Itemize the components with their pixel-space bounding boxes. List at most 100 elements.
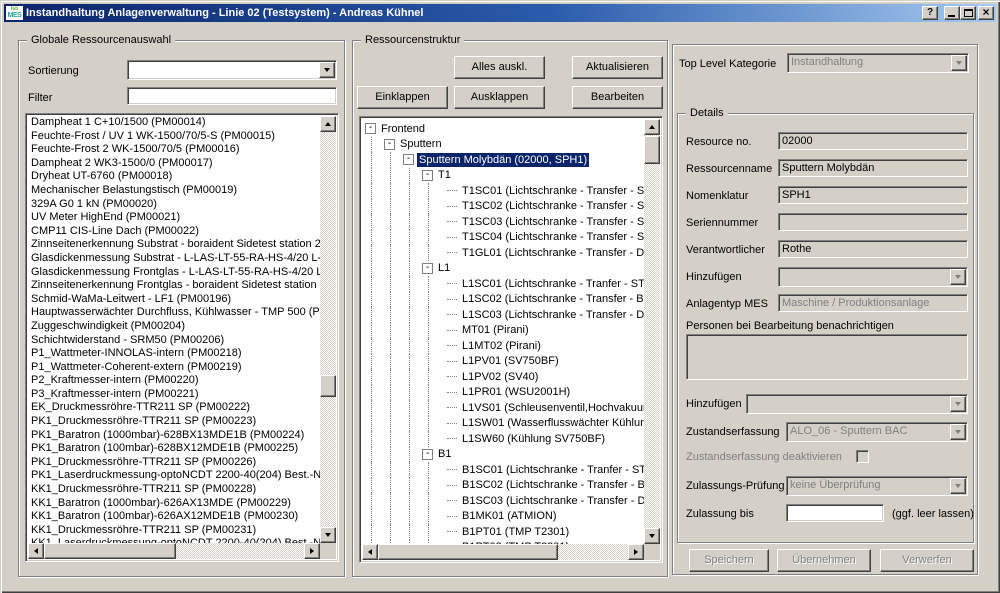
list-item[interactable]: PK1_Baratron (1000mbar)-628BX13MDE1B (PM…: [28, 429, 320, 443]
speichern-button[interactable]: Speichern: [689, 549, 769, 572]
tree-node-label[interactable]: L1PV01 (SV750BF): [460, 354, 561, 368]
maximize-button[interactable]: [960, 6, 976, 20]
einklappen-button[interactable]: Einklappen: [357, 86, 448, 109]
tree-node[interactable]: T1GL01 (Lichtschranke - Transfer - Det: [362, 245, 644, 261]
tree-node-label[interactable]: B1: [436, 447, 453, 461]
list-item[interactable]: EK_Druckmessröhre-TTR211 SP (PM00222): [28, 401, 320, 415]
tree-node-label[interactable]: T1SC02 (Lichtschranke - Transfer - Sub: [460, 199, 644, 213]
tree-node-label[interactable]: L1SC02 (Lichtschranke - Transfer - Bren: [460, 292, 644, 306]
list-item[interactable]: Glasdickenmessung Substrat - L-LAS-LT-55…: [28, 252, 320, 266]
list-item[interactable]: P1_Wattmeter-Coherent-extern (PM00219): [28, 361, 320, 375]
list-item[interactable]: KK1_Baratron (1000mbar)-626AX13MDE (PM00…: [28, 497, 320, 511]
tree-node-label[interactable]: L1SW01 (Wasserflusswächter Kühlung: [460, 416, 644, 430]
collapse-expander-icon[interactable]: -: [403, 154, 414, 165]
tree-node-label[interactable]: MT01 (Pirani): [460, 323, 531, 337]
zulassung-bis-input[interactable]: [786, 504, 884, 522]
zustand-deaktivieren-checkbox[interactable]: [856, 450, 869, 463]
list-item[interactable]: PK1_Druckmessröhre-TTR211 SP (PM00226): [28, 456, 320, 470]
tree-node[interactable]: L1PV02 (SV40): [362, 369, 644, 385]
tree-node[interactable]: B1MK01 (ATMION): [362, 509, 644, 525]
vscroll-thumb[interactable]: [644, 136, 660, 164]
tree-node-label[interactable]: Frontend: [379, 122, 427, 136]
scroll-left-icon[interactable]: [28, 543, 44, 559]
tree-node-label[interactable]: T1GL01 (Lichtschranke - Transfer - Det: [460, 246, 644, 260]
tree-node-label[interactable]: B1SC02 (Lichtschranke - Transfer - Bren: [460, 478, 644, 492]
tree-node-label[interactable]: T1SC04 (Lichtschranke - Transfer - Sub: [460, 230, 644, 244]
tree-node[interactable]: B1SC02 (Lichtschranke - Transfer - Bren: [362, 478, 644, 494]
tree-node[interactable]: L1SW01 (Wasserflusswächter Kühlung: [362, 416, 644, 432]
tree-node-label[interactable]: T1SC03 (Lichtschranke - Transfer - Sub: [460, 215, 644, 229]
tree-node[interactable]: L1SC01 (Lichtschranke - Tranfer - STOP: [362, 276, 644, 292]
collapse-expander-icon[interactable]: -: [365, 123, 376, 134]
chevron-down-icon[interactable]: [319, 62, 335, 78]
bearbeiten-button[interactable]: Bearbeiten: [572, 86, 663, 109]
tree-node[interactable]: L1SW60 (Kühlung SV750BF): [362, 431, 644, 447]
list-item[interactable]: Zinnseitenerkennung Substrat - boraident…: [28, 238, 320, 252]
aktualisieren-button[interactable]: Aktualisieren: [572, 56, 663, 79]
tree-node-label[interactable]: L1SC03 (Lichtschranke - Transfer - Dete: [460, 308, 644, 322]
tree-node[interactable]: MT01 (Pirani): [362, 323, 644, 339]
hinzufuegen2-select[interactable]: [746, 394, 968, 414]
tree-node[interactable]: L1SC03 (Lichtschranke - Transfer - Dete: [362, 307, 644, 323]
list-item[interactable]: 329A G0 1 kN (PM00020): [28, 198, 320, 212]
list-item[interactable]: Zinnseitenerkennung Frontglas - boraiden…: [28, 279, 320, 293]
tree-node-label[interactable]: L1MT02 (Pirani): [460, 339, 543, 353]
zulassungs-pruefung-select[interactable]: keine Überprüfung: [786, 476, 968, 496]
resource-tree-vscrollbar[interactable]: [644, 119, 660, 544]
list-item[interactable]: Feuchte-Frost / UV 1 WK-1500/70/5-S (PM0…: [28, 130, 320, 144]
tree-node[interactable]: L1PR01 (WSU2001H): [362, 385, 644, 401]
scroll-right-icon[interactable]: [304, 543, 320, 559]
list-item[interactable]: Dampheat 2 WK3-1500/0 (PM00017): [28, 157, 320, 171]
list-item[interactable]: Dryheat UT-6760 (PM00018): [28, 170, 320, 184]
resource-tree-hscrollbar[interactable]: [362, 544, 644, 560]
tree-node-label[interactable]: L1VS01 (Schleusenventil,Hochvakuum: [460, 401, 644, 415]
zustandserfassung-select[interactable]: ALO_06 - Sputtern BAC: [786, 422, 968, 442]
collapse-expander-icon[interactable]: -: [422, 263, 433, 274]
resource-tree[interactable]: -Frontend-Sputtern-Sputtern Molybdän (02…: [359, 116, 663, 563]
list-item[interactable]: Zuggeschwindigkeit (PM00204): [28, 320, 320, 334]
scroll-down-icon[interactable]: [320, 527, 336, 543]
list-item[interactable]: Mechanischer Belastungstisch (PM00019): [28, 184, 320, 198]
tree-node[interactable]: T1SC04 (Lichtschranke - Transfer - Sub: [362, 230, 644, 246]
tree-node[interactable]: T1SC02 (Lichtschranke - Transfer - Sub: [362, 199, 644, 215]
uebernehmen-button[interactable]: Übernehmen: [777, 549, 871, 572]
hscroll-thumb[interactable]: [378, 544, 558, 560]
ausklappen-button[interactable]: Ausklappen: [454, 86, 545, 109]
minimize-button[interactable]: [944, 6, 960, 20]
list-item[interactable]: PK1_Druckmessröhre-TTR211 SP (PM00223): [28, 415, 320, 429]
list-item[interactable]: PK1_Laserdruckmessung-optoNCDT 2200-40(2…: [28, 469, 320, 483]
tree-node[interactable]: -L1: [362, 261, 644, 277]
list-item[interactable]: P3_Kraftmesser-intern (PM00221): [28, 388, 320, 402]
collapse-expander-icon[interactable]: -: [384, 139, 395, 150]
scroll-up-icon[interactable]: [644, 119, 660, 135]
list-item[interactable]: KK1_Druckmessröhre-TTR211 SP (PM00228): [28, 483, 320, 497]
title-bar[interactable]: fab MES Instandhaltung Anlagenverwaltung…: [4, 4, 996, 22]
list-item[interactable]: UV Meter HighEnd (PM00021): [28, 211, 320, 225]
vscroll-thumb[interactable]: [320, 375, 336, 397]
list-item[interactable]: Schmid-WaMa-Leitwert - LF1 (PM00196): [28, 293, 320, 307]
tree-node[interactable]: -Sputtern: [362, 137, 644, 153]
list-item[interactable]: Glasdickenmessung Frontglas - L-LAS-LT-5…: [28, 266, 320, 280]
tree-node-label[interactable]: Sputtern: [398, 137, 444, 151]
tree-node[interactable]: B1SC01 (Lichtschranke - Tranfer - STOP: [362, 462, 644, 478]
list-item[interactable]: Feuchte-Frost 2 WK-1500/70/5 (PM00016): [28, 143, 320, 157]
list-item[interactable]: P1_Wattmeter-INNOLAS-intern (PM00218): [28, 347, 320, 361]
tree-node[interactable]: B1SC03 (Lichtschranke - Transfer - Det: [362, 493, 644, 509]
sortierung-select[interactable]: [127, 60, 337, 80]
tree-node[interactable]: L1MT02 (Pirani): [362, 338, 644, 354]
list-item[interactable]: PK1_Baratron (100mbar)-628BX12MDE1B (PM0…: [28, 442, 320, 456]
tree-node-label[interactable]: L1PR01 (WSU2001H): [460, 385, 572, 399]
resource-list-vscrollbar[interactable]: [320, 116, 336, 543]
help-button[interactable]: ?: [922, 6, 938, 20]
scroll-left-icon[interactable]: [362, 544, 378, 560]
resource-list[interactable]: Dampheat 1 C+10/1500 (PM00014)Feuchte-Fr…: [25, 113, 339, 562]
scroll-down-icon[interactable]: [644, 528, 660, 544]
tree-node-label[interactable]: L1PV02 (SV40): [460, 370, 540, 384]
tree-node[interactable]: -Sputtern Molybdän (02000, SPH1): [362, 152, 644, 168]
tree-node[interactable]: T1SC01 (Lichtschranke - Transfer - Sub: [362, 183, 644, 199]
list-item[interactable]: CMP11 CIS-Line Dach (PM00022): [28, 225, 320, 239]
scroll-right-icon[interactable]: [628, 544, 644, 560]
tree-node-label[interactable]: T1SC01 (Lichtschranke - Transfer - Sub: [460, 184, 644, 198]
tree-node[interactable]: B1PT01 (TMP T2301): [362, 524, 644, 540]
tree-node-label[interactable]: L1SW60 (Kühlung SV750BF): [460, 432, 607, 446]
